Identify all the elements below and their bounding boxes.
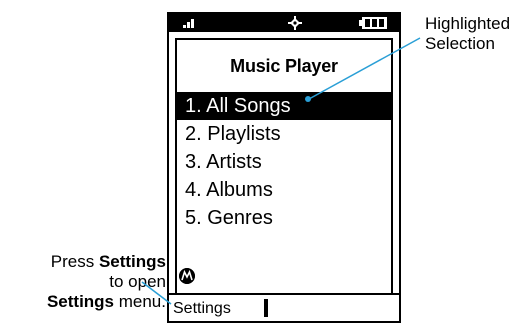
- settings-callout-line1: Press Settings: [0, 252, 166, 272]
- press-key-text: Settings: [98, 252, 166, 271]
- motorola-logo-icon: [179, 268, 195, 284]
- center-key-indicator: [264, 299, 268, 317]
- settings-softkey[interactable]: Settings: [173, 299, 231, 319]
- settings-callout-line3: Settings menu.: [0, 292, 166, 312]
- press-text: Press: [50, 252, 99, 271]
- menu-screen: Music Player 1. All Songs 2. Playlists 3…: [175, 38, 393, 296]
- menu-item-albums[interactable]: 4. Albums: [177, 176, 391, 204]
- menu-item-all-songs[interactable]: 1. All Songs: [177, 92, 391, 120]
- menu-item-playlists[interactable]: 2. Playlists: [177, 120, 391, 148]
- settings-callout: Press Settings to open Settings menu.: [0, 252, 166, 312]
- menu-item-genres[interactable]: 5. Genres: [177, 204, 391, 232]
- settings-callout-line2: to open: [109, 272, 166, 291]
- signal-strength-icon: [183, 19, 194, 28]
- menu-key-text: Settings: [46, 292, 115, 311]
- battery-icon: [359, 17, 387, 29]
- gps-target-icon: [288, 16, 302, 30]
- screen-title: Music Player: [230, 56, 338, 76]
- highlight-callout-line1: Highlighted: [425, 14, 511, 33]
- music-menu-list: 1. All Songs 2. Playlists 3. Artists 4. …: [177, 92, 391, 232]
- status-bar: [169, 14, 399, 32]
- menu-suffix-text: menu.: [114, 292, 166, 311]
- menu-item-artists[interactable]: 3. Artists: [177, 148, 391, 176]
- phone-display: Music Player 1. All Songs 2. Playlists 3…: [167, 12, 401, 323]
- highlight-callout: Highlighted Selection: [425, 14, 510, 54]
- soft-key-bar: Settings: [169, 293, 399, 321]
- highlight-callout-line2: Selection: [425, 34, 495, 53]
